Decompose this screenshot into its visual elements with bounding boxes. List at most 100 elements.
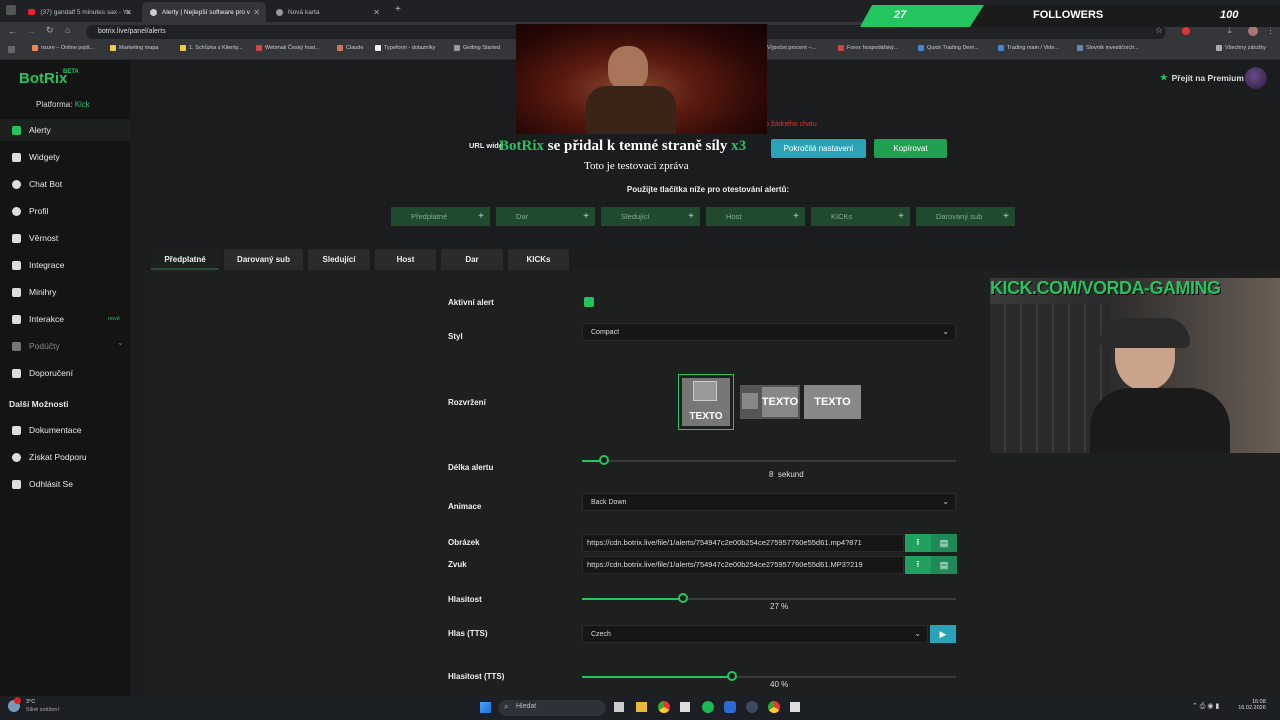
sidebar-item-integrace[interactable]: Integrace bbox=[0, 254, 130, 276]
bookmark[interactable]: Trading main / Vide... bbox=[998, 45, 1059, 51]
test-alert-button[interactable]: Sledující + bbox=[601, 207, 700, 226]
alert-length-knob[interactable] bbox=[599, 455, 609, 465]
forward-icon[interactable]: → bbox=[27, 26, 36, 36]
sidebar-item-label: Minihry bbox=[29, 287, 57, 297]
sidebar-item-doporučení[interactable]: Doporučení bbox=[0, 362, 130, 384]
browser-tab-youtube[interactable]: (37) gandalf 5 minutes sax - Yo ✕ bbox=[20, 2, 138, 22]
bookmark[interactable]: Webmail Český host... bbox=[256, 45, 320, 51]
close-tab-icon[interactable]: ✕ bbox=[373, 8, 380, 17]
layout-option-horizontal[interactable]: TEXTO bbox=[740, 385, 800, 419]
sidebar-item-věrnost[interactable]: Věrnost bbox=[0, 227, 130, 249]
sidebar-item-profil[interactable]: Profil bbox=[0, 200, 130, 222]
tab-dar[interactable]: Dar bbox=[441, 249, 503, 270]
tab-host[interactable]: Host bbox=[375, 249, 436, 270]
browser-tab-alerts[interactable]: Alerty | Nejlepší software pro v ✕ bbox=[142, 2, 266, 22]
bookmark[interactable]: Quick Trading Dem... bbox=[918, 45, 979, 51]
copy-button[interactable]: Kopírovat bbox=[874, 139, 947, 158]
layout-text: TEXTO bbox=[814, 396, 851, 408]
chrome-icon[interactable] bbox=[768, 701, 780, 713]
sidebar-item-dokumentace[interactable]: Dokumentace bbox=[0, 419, 130, 441]
test-alert-button[interactable]: KICKs + bbox=[811, 207, 910, 226]
test-alert-button[interactable]: Předplatné + bbox=[391, 207, 490, 226]
sidebar-item-podúčty[interactable]: Podúčty ⌄ bbox=[0, 335, 130, 357]
system-tray-icons[interactable]: ⌃ ⎙ ◉ ▮ bbox=[1192, 702, 1219, 711]
alert-message: BotRix se přidal k temné straně síly x3 bbox=[499, 138, 747, 154]
close-tab-icon[interactable]: ✕ bbox=[253, 8, 260, 17]
bookmark[interactable]: Getting Started bbox=[454, 45, 500, 51]
tab-kicks[interactable]: KICKs bbox=[508, 249, 569, 270]
back-icon[interactable]: ← bbox=[8, 26, 17, 36]
volume-knob[interactable] bbox=[678, 593, 688, 603]
bookmark[interactable]: Marketing mapa bbox=[110, 45, 158, 51]
active-alert-checkbox[interactable] bbox=[584, 297, 594, 307]
advanced-settings-button[interactable]: Pokročilá nastavení bbox=[771, 139, 866, 158]
logo[interactable]: BotRix BETA bbox=[19, 69, 79, 87]
windows-start-icon[interactable] bbox=[480, 702, 491, 713]
bookmark[interactable]: Claude bbox=[337, 45, 363, 51]
chrome-icon[interactable] bbox=[658, 701, 670, 713]
taskbar: 3°C Silné sněžení ⌕ Hledat ⌃ ⎙ ◉ ▮ 16:08 … bbox=[0, 696, 1280, 720]
test-alert-button[interactable]: Dar + bbox=[496, 207, 595, 226]
gallery-image-icon[interactable]: ▤ bbox=[931, 534, 957, 552]
tab-předplatné[interactable]: Předplatné bbox=[151, 249, 219, 270]
new-tab-icon[interactable]: + bbox=[395, 4, 401, 15]
download-icon[interactable]: ⤓ bbox=[1228, 26, 1232, 36]
sidebar-item-alerty[interactable]: Alerty bbox=[0, 119, 130, 141]
taskbar-search[interactable]: ⌕ Hledat bbox=[498, 700, 606, 716]
task-view-icon[interactable] bbox=[614, 702, 624, 712]
webcam-person-body bbox=[1090, 388, 1230, 453]
app-icon[interactable] bbox=[790, 702, 800, 712]
steam-icon[interactable] bbox=[746, 701, 758, 713]
bookmark[interactable]: nsure – Online pojiš... bbox=[32, 45, 94, 51]
notification-badge bbox=[14, 697, 21, 704]
image-url-input[interactable]: https://cdn.botrix.live/file/1/alerts/75… bbox=[582, 534, 904, 552]
reload-icon[interactable]: ↻ bbox=[46, 25, 54, 36]
sidebar-item-získat-podporu[interactable]: Získat Podporu bbox=[0, 446, 130, 468]
clock[interactable]: 16:08 16.02.2026 bbox=[1238, 699, 1266, 711]
bookmark[interactable]: 1. Schůzka s Klienty... bbox=[180, 45, 243, 51]
profile-avatar-icon[interactable] bbox=[1248, 26, 1258, 36]
sound-url-input[interactable]: https://cdn.botrix.live/file/1/alerts/75… bbox=[582, 556, 904, 574]
alert-length-slider[interactable] bbox=[582, 460, 956, 462]
sidebar: BotRix BETA Platforma: Kick Alerty Widgety… bbox=[0, 60, 130, 696]
app-icon[interactable] bbox=[724, 701, 736, 713]
user-avatar[interactable] bbox=[1245, 67, 1267, 89]
layout-option-overlay[interactable]: TEXTO bbox=[804, 385, 861, 419]
upload-image-icon[interactable]: ⭱ bbox=[905, 534, 931, 552]
app-icon[interactable] bbox=[680, 702, 690, 712]
gallery-sound-icon[interactable]: ▤ bbox=[931, 556, 957, 574]
tab-darovaný-sub[interactable]: Darovaný sub bbox=[224, 249, 303, 270]
plus-icon: + bbox=[478, 211, 484, 222]
test-alert-button[interactable]: Darovaný sub + bbox=[916, 207, 1015, 226]
all-bookmarks[interactable]: Všechny záložky bbox=[1216, 45, 1266, 51]
test-alert-button[interactable]: Host + bbox=[706, 207, 805, 226]
play-tts-icon[interactable]: ▶ bbox=[930, 625, 956, 643]
extension-icon[interactable] bbox=[1182, 27, 1190, 35]
bookmark[interactable]: Forex hospodářský... bbox=[838, 45, 898, 51]
upload-sound-icon[interactable]: ⭱ bbox=[905, 556, 931, 574]
tab-search-icon[interactable] bbox=[6, 5, 16, 15]
tts-volume-knob[interactable] bbox=[727, 671, 737, 681]
sidebar-item-widgety[interactable]: Widgety bbox=[0, 146, 130, 168]
plus-icon: + bbox=[583, 211, 589, 222]
home-icon[interactable]: ⌂ bbox=[65, 25, 70, 35]
plus-icon: + bbox=[1003, 211, 1009, 222]
sidebar-item-interakce[interactable]: Interakce nové bbox=[0, 308, 130, 330]
premium-link[interactable]: ★ Přejít na Premium bbox=[1160, 72, 1244, 83]
spotify-icon[interactable] bbox=[702, 701, 714, 713]
tab-sledující[interactable]: Sledující bbox=[308, 249, 370, 270]
sidebar-item-odhlásit-se[interactable]: Odhlásit Se bbox=[0, 473, 130, 495]
browser-tab-new[interactable]: Nová karta ✕ bbox=[268, 2, 386, 22]
apps-icon[interactable] bbox=[8, 46, 15, 53]
sidebar-item-minihry[interactable]: Minihry bbox=[0, 281, 130, 303]
style-select[interactable]: Compact ⌄ bbox=[582, 323, 956, 341]
alert-video bbox=[516, 24, 767, 134]
tts-voice-select[interactable]: Czech ⌄ bbox=[582, 625, 928, 643]
file-explorer-icon[interactable] bbox=[636, 702, 647, 712]
close-tab-icon[interactable]: ✕ bbox=[125, 8, 132, 17]
layout-option-vertical[interactable]: TEXTO bbox=[678, 374, 734, 430]
bookmark[interactable]: Výpočet procent –... bbox=[767, 45, 816, 51]
animation-select[interactable]: Back Down ⌄ bbox=[582, 493, 956, 511]
bookmark[interactable]: Typeform - dotazníky bbox=[375, 45, 435, 51]
bookmark[interactable]: Slovník investičních... bbox=[1077, 45, 1139, 51]
